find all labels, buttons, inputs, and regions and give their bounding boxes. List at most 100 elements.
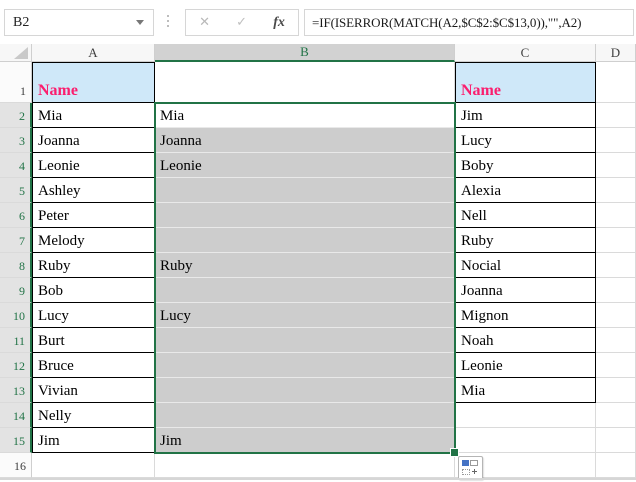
sheet-row-9: 9 Bob Joanna bbox=[0, 278, 636, 303]
cell-C9[interactable]: Joanna bbox=[455, 278, 596, 303]
cell-D9[interactable] bbox=[596, 278, 636, 303]
cell-B7[interactable] bbox=[155, 228, 455, 253]
column-header-a[interactable]: A bbox=[32, 44, 155, 62]
cell-B14[interactable] bbox=[155, 403, 455, 428]
row-header-9[interactable]: 9 bbox=[0, 278, 32, 303]
cell-A5[interactable]: Ashley bbox=[32, 178, 155, 203]
enter-icon[interactable]: ✓ bbox=[236, 15, 247, 30]
sheet-row-3: 3 Joanna Joanna Lucy bbox=[0, 128, 636, 153]
cell-D7[interactable] bbox=[596, 228, 636, 253]
formula-input[interactable]: =IF(ISERROR(MATCH(A2,$C$2:$C$13,0)),"",A… bbox=[304, 9, 634, 36]
row-header-14[interactable]: 14 bbox=[0, 403, 32, 428]
cell-B1[interactable] bbox=[155, 62, 455, 103]
cell-B11[interactable] bbox=[155, 328, 455, 353]
cell-C12[interactable]: Leonie bbox=[455, 353, 596, 378]
cell-A9[interactable]: Bob bbox=[32, 278, 155, 303]
cell-B4[interactable]: Leonie bbox=[155, 153, 455, 178]
cell-D2[interactable] bbox=[596, 103, 636, 128]
column-header-d[interactable]: D bbox=[596, 44, 636, 62]
sheet-row-5: 5 Ashley Alexia bbox=[0, 178, 636, 203]
cell-C15[interactable] bbox=[455, 428, 596, 453]
row-header-1[interactable]: 1 bbox=[0, 62, 32, 103]
name-box-dropdown-icon[interactable] bbox=[136, 20, 144, 25]
cell-C10[interactable]: Mignon bbox=[455, 303, 596, 328]
sheet-row-15: 15 Jim Jim bbox=[0, 428, 636, 453]
cell-C11[interactable]: Noah bbox=[455, 328, 596, 353]
cell-D11[interactable] bbox=[596, 328, 636, 353]
cell-D3[interactable] bbox=[596, 128, 636, 153]
cell-C1[interactable]: Name bbox=[455, 62, 596, 103]
row-header-3[interactable]: 3 bbox=[0, 128, 32, 153]
cancel-icon[interactable]: ✕ bbox=[199, 15, 210, 30]
cell-A1[interactable]: Name bbox=[32, 62, 155, 103]
cell-D1[interactable] bbox=[596, 62, 636, 103]
cell-B15[interactable]: Jim bbox=[155, 428, 455, 453]
cell-D15[interactable] bbox=[596, 428, 636, 453]
cell-D6[interactable] bbox=[596, 203, 636, 228]
cell-D16[interactable] bbox=[596, 453, 636, 478]
cell-D14[interactable] bbox=[596, 403, 636, 428]
cell-C6[interactable]: Nell bbox=[455, 203, 596, 228]
cell-A8[interactable]: Ruby bbox=[32, 253, 155, 278]
sheet-row-7: 7 Melody Ruby bbox=[0, 228, 636, 253]
cell-D4[interactable] bbox=[596, 153, 636, 178]
cell-C5[interactable]: Alexia bbox=[455, 178, 596, 203]
select-all-corner[interactable] bbox=[0, 44, 32, 62]
auto-fill-options-button[interactable] bbox=[458, 456, 483, 480]
cell-A11[interactable]: Burt bbox=[32, 328, 155, 353]
cell-A12[interactable]: Bruce bbox=[32, 353, 155, 378]
sheet-row-16: 16 bbox=[0, 453, 636, 478]
cell-B16[interactable] bbox=[155, 453, 455, 478]
row-header-5[interactable]: 5 bbox=[0, 178, 32, 203]
cell-B2[interactable]: Mia bbox=[155, 103, 455, 128]
cell-D8[interactable] bbox=[596, 253, 636, 278]
cell-B12[interactable] bbox=[155, 353, 455, 378]
row-header-8[interactable]: 8 bbox=[0, 253, 32, 278]
cell-B6[interactable] bbox=[155, 203, 455, 228]
cell-B5[interactable] bbox=[155, 178, 455, 203]
cell-D5[interactable] bbox=[596, 178, 636, 203]
row-header-7[interactable]: 7 bbox=[0, 228, 32, 253]
cell-B3[interactable]: Joanna bbox=[155, 128, 455, 153]
cell-A13[interactable]: Vivian bbox=[32, 378, 155, 403]
cell-D10[interactable] bbox=[596, 303, 636, 328]
sheet-row-2: 2 Mia Mia Jim bbox=[0, 103, 636, 128]
formula-bar-buttons: ✕ ✓ fx bbox=[185, 9, 299, 36]
cell-A4[interactable]: Leonie bbox=[32, 153, 155, 178]
cell-A7[interactable]: Melody bbox=[32, 228, 155, 253]
row-header-13[interactable]: 13 bbox=[0, 378, 32, 403]
insert-function-icon[interactable]: fx bbox=[273, 15, 285, 31]
cell-B10[interactable]: Lucy bbox=[155, 303, 455, 328]
row-header-16[interactable]: 16 bbox=[0, 453, 32, 478]
cell-C2[interactable]: Jim bbox=[455, 103, 596, 128]
row-header-4[interactable]: 4 bbox=[0, 153, 32, 178]
name-box[interactable]: B2 bbox=[4, 9, 154, 36]
cell-C7[interactable]: Ruby bbox=[455, 228, 596, 253]
cell-D13[interactable] bbox=[596, 378, 636, 403]
column-header-b[interactable]: B bbox=[155, 44, 455, 62]
cell-A10[interactable]: Lucy bbox=[32, 303, 155, 328]
cell-C4[interactable]: Boby bbox=[455, 153, 596, 178]
cell-D12[interactable] bbox=[596, 353, 636, 378]
row-header-2[interactable]: 2 bbox=[0, 103, 32, 128]
cell-C8[interactable]: Nocial bbox=[455, 253, 596, 278]
cell-A3[interactable]: Joanna bbox=[32, 128, 155, 153]
cell-C14[interactable] bbox=[455, 403, 596, 428]
cell-A15[interactable]: Jim bbox=[32, 428, 155, 453]
row-header-11[interactable]: 11 bbox=[0, 328, 32, 353]
cell-C13[interactable]: Mia bbox=[455, 378, 596, 403]
column-header-c[interactable]: C bbox=[455, 44, 596, 62]
row-header-12[interactable]: 12 bbox=[0, 353, 32, 378]
row-header-6[interactable]: 6 bbox=[0, 203, 32, 228]
cell-A16[interactable] bbox=[32, 453, 155, 478]
cell-B13[interactable] bbox=[155, 378, 455, 403]
cell-B9[interactable] bbox=[155, 278, 455, 303]
cell-B8[interactable]: Ruby bbox=[155, 253, 455, 278]
cell-C3[interactable]: Lucy bbox=[455, 128, 596, 153]
row-header-10[interactable]: 10 bbox=[0, 303, 32, 328]
cell-A6[interactable]: Peter bbox=[32, 203, 155, 228]
row-header-15[interactable]: 15 bbox=[0, 428, 32, 453]
cell-A14[interactable]: Nelly bbox=[32, 403, 155, 428]
sheet-row-6: 6 Peter Nell bbox=[0, 203, 636, 228]
cell-A2[interactable]: Mia bbox=[32, 103, 155, 128]
